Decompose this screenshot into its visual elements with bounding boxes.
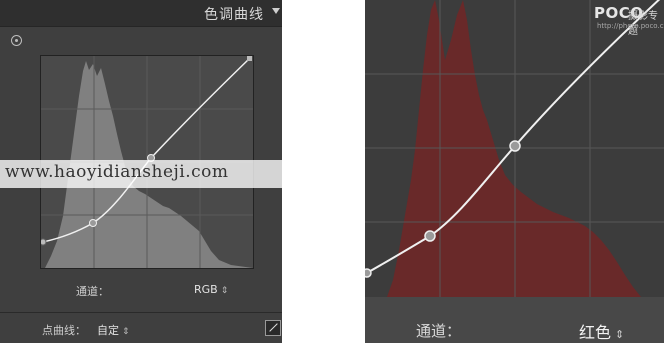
- point-curve-select[interactable]: 自定 ⇕: [97, 322, 130, 338]
- collapse-triangle-icon[interactable]: [272, 8, 280, 14]
- channel-select-value: 红色: [579, 323, 612, 342]
- curve-point-1[interactable]: [41, 238, 47, 246]
- panel-title: 色调曲线: [204, 7, 264, 23]
- dropdown-arrows-icon: ⇕: [220, 286, 229, 296]
- divider: [0, 312, 282, 313]
- channel-label: 通道：: [76, 285, 109, 298]
- edit-point-curve-button[interactable]: [265, 320, 281, 336]
- red-curve-point-1[interactable]: [365, 268, 372, 278]
- curve-point-2[interactable]: [89, 219, 97, 227]
- channel-label: 通道：: [416, 322, 462, 340]
- red-curve-point-3[interactable]: [509, 140, 521, 152]
- panel-header[interactable]: 色调曲线: [0, 0, 282, 27]
- watermark-text: www.haoyidiansheji.com: [5, 162, 229, 182]
- channel-select[interactable]: RGB ⇕: [194, 283, 228, 296]
- channel-select-value: RGB: [194, 283, 218, 296]
- red-curve-graph[interactable]: POCO 摄影专题 http://photo.poco.cn/: [365, 0, 664, 297]
- target-adjustment-icon[interactable]: [11, 35, 22, 46]
- red-curve-point-2[interactable]: [424, 230, 436, 242]
- channel-select[interactable]: 红色 ⇕: [579, 319, 624, 343]
- red-curve-svg: [365, 0, 664, 297]
- poco-logo-url: http://photo.poco.cn/: [597, 22, 664, 30]
- red-channel-curve-panel: POCO 摄影专题 http://photo.poco.cn/ 通道： 红色 ⇕: [365, 0, 664, 343]
- point-curve-label: 点曲线：: [42, 324, 86, 337]
- dropdown-arrows-icon: ⇕: [615, 328, 625, 341]
- curve-point-4[interactable]: [247, 56, 252, 61]
- dropdown-arrows-icon: ⇕: [122, 327, 130, 337]
- point-curve-select-value: 自定: [97, 324, 119, 337]
